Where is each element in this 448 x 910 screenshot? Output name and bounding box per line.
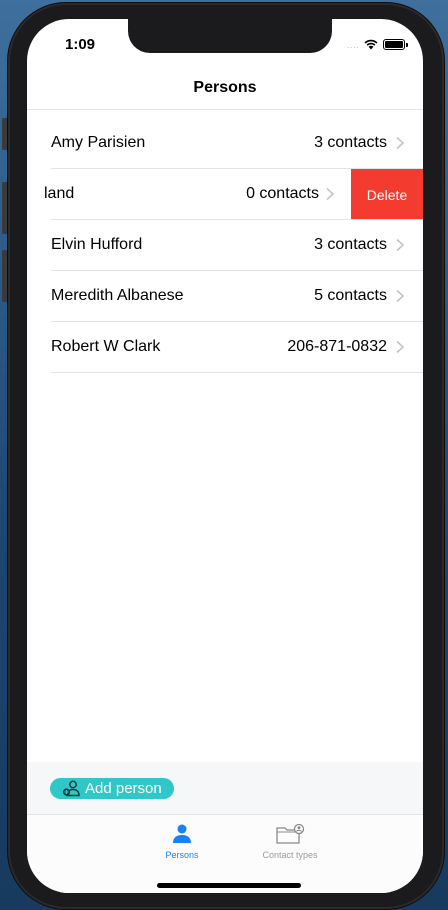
add-person-label: Add person [85, 780, 162, 797]
row-separator [51, 372, 423, 373]
status-time: 1:09 [65, 36, 96, 53]
person-detail: 3 contacts [314, 134, 387, 151]
person-row-swiped[interactable]: land 0 contacts Delete [27, 169, 423, 220]
tab-label: Contact types [262, 850, 318, 860]
person-row[interactable]: Amy Parisien 3 contacts [27, 118, 423, 169]
tab-label: Persons [165, 850, 199, 860]
home-indicator[interactable] [157, 883, 301, 888]
status-indicators: .... [346, 39, 408, 50]
tab-contact-types[interactable]: Contact types [245, 823, 335, 860]
tab-bar: Persons Contact types [27, 814, 423, 893]
person-name: Amy Parisien [51, 134, 146, 151]
folder-person-icon [276, 823, 305, 844]
person-detail: 206-871-0832 [287, 338, 387, 355]
phone-frame: 1:09 .... Persons Amy Parisien 3 contact… [8, 3, 444, 909]
person-row[interactable]: Elvin Hufford 3 contacts [27, 220, 423, 271]
add-person-button[interactable]: Add person [50, 778, 174, 799]
chevron-right-icon [396, 238, 405, 252]
battery-icon [383, 39, 408, 50]
person-name: Elvin Hufford [51, 236, 143, 253]
wifi-icon [364, 39, 378, 50]
screen: 1:09 .... Persons Amy Parisien 3 contact… [27, 19, 423, 893]
person-icon [173, 824, 191, 843]
person-detail: 5 contacts [314, 287, 387, 304]
signal-icon: .... [346, 39, 359, 50]
delete-button[interactable]: Delete [351, 169, 423, 220]
chevron-right-icon [396, 136, 405, 150]
chevron-right-icon [326, 187, 335, 201]
page-title: Persons [193, 79, 257, 96]
person-add-icon [62, 780, 80, 797]
person-row[interactable]: Meredith Albanese 5 contacts [27, 271, 423, 322]
chevron-right-icon [396, 289, 405, 303]
person-name: Robert W Clark [51, 338, 161, 355]
persons-list: Amy Parisien 3 contacts land 0 contacts … [27, 118, 423, 373]
tab-persons[interactable]: Persons [137, 823, 227, 860]
person-row[interactable]: Robert W Clark 206-871-0832 [27, 322, 423, 373]
chevron-right-icon [396, 340, 405, 354]
notch [128, 19, 332, 53]
person-detail: 3 contacts [314, 236, 387, 253]
person-name: Meredith Albanese [51, 287, 184, 304]
person-detail: 0 contacts [246, 185, 319, 202]
person-name: land [44, 185, 75, 202]
navigation-bar: Persons [27, 69, 423, 110]
